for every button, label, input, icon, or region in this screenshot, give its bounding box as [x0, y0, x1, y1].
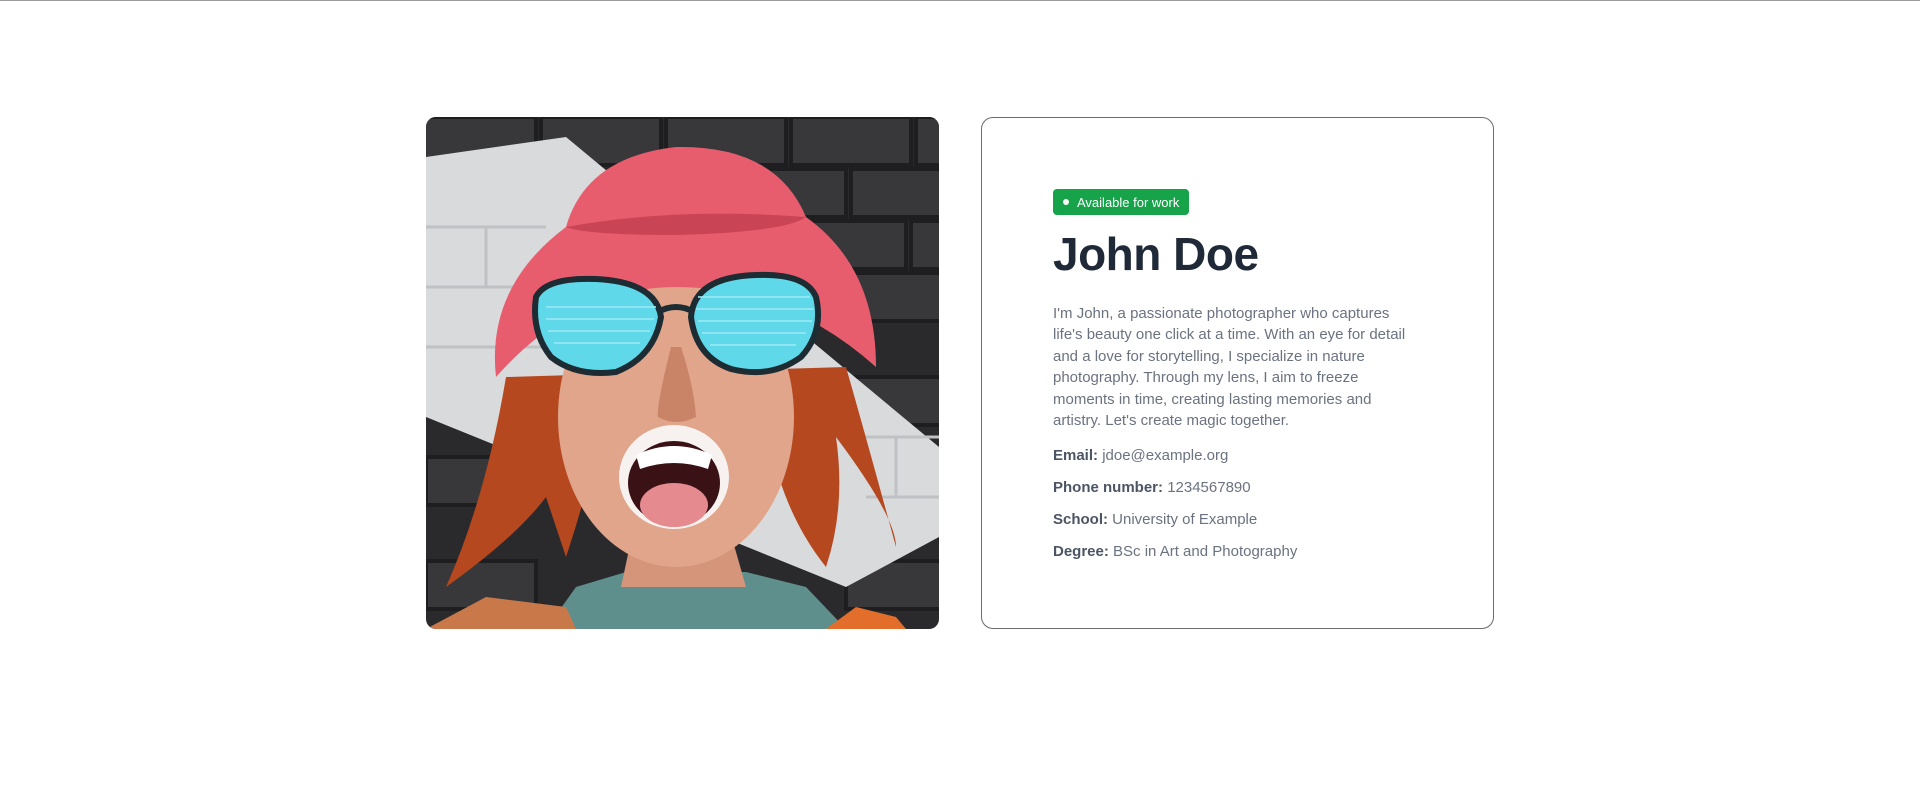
- profile-details: Email: jdoe@example.org Phone number: 12…: [1053, 445, 1423, 562]
- profile-section: Available for work John Doe I'm John, a …: [426, 117, 1494, 629]
- detail-school-label: School:: [1053, 511, 1108, 529]
- detail-school-value: University of Example: [1112, 511, 1258, 529]
- detail-email-label: Email:: [1053, 447, 1099, 465]
- profile-bio: I'm John, a passionate photographer who …: [1053, 305, 1406, 430]
- detail-email: Email: jdoe@example.org: [1053, 445, 1423, 466]
- status-badge-label: Available for work: [1077, 194, 1180, 210]
- profile-card: Available for work John Doe I'm John, a …: [981, 117, 1494, 629]
- detail-degree-label: Degree:: [1053, 543, 1109, 561]
- detail-phone-value: 1234567890: [1167, 479, 1251, 497]
- profile-name: John Doe: [1053, 228, 1259, 280]
- detail-phone: Phone number: 1234567890: [1053, 477, 1423, 498]
- detail-email-value: jdoe@example.org: [1102, 447, 1229, 465]
- detail-school: School: University of Example: [1053, 509, 1423, 530]
- status-badge: Available for work: [1053, 189, 1190, 215]
- profile-photo: [426, 117, 939, 629]
- top-border: [0, 0, 1920, 1]
- detail-degree: Degree: BSc in Art and Photography: [1053, 541, 1423, 562]
- detail-phone-label: Phone number:: [1053, 479, 1164, 497]
- detail-degree-value: BSc in Art and Photography: [1113, 543, 1298, 561]
- status-dot-icon: [1063, 199, 1069, 205]
